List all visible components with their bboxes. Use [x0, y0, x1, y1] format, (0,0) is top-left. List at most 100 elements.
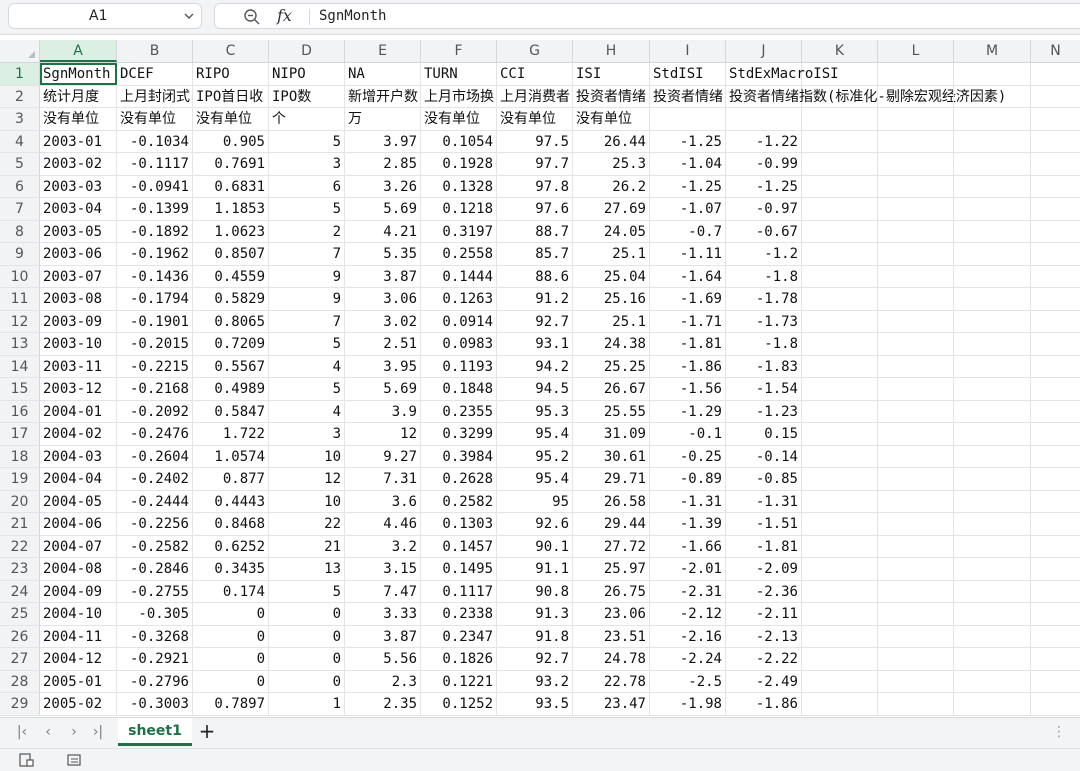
cell-l15[interactable] [878, 378, 954, 400]
cell-l12[interactable] [878, 310, 954, 332]
cell-b4[interactable]: -0.1034 [117, 130, 193, 152]
cell-e11[interactable]: 3.06 [345, 288, 421, 310]
row-header[interactable]: 16 [0, 400, 40, 422]
cell-f13[interactable]: 0.0983 [421, 333, 497, 355]
cell-k15[interactable] [802, 378, 878, 400]
cell-j18[interactable]: -0.14 [726, 445, 802, 467]
chevron-down-icon[interactable] [184, 11, 194, 21]
cell-g4[interactable]: 97.5 [497, 130, 573, 152]
cell-e18[interactable]: 9.27 [345, 445, 421, 467]
cell-k28[interactable] [802, 670, 878, 692]
cell-b12[interactable]: -0.1901 [117, 310, 193, 332]
cell-m13[interactable] [954, 333, 1031, 355]
cell-j11[interactable]: -1.78 [726, 288, 802, 310]
cell-b26[interactable]: -0.3268 [117, 625, 193, 647]
cell-f21[interactable]: 0.1303 [421, 513, 497, 535]
cell-m28[interactable] [954, 670, 1031, 692]
row-header[interactable]: 5 [0, 153, 40, 175]
cell-d25[interactable]: 0 [269, 603, 345, 625]
cell-b24[interactable]: -0.2755 [117, 580, 193, 602]
cell-e26[interactable]: 3.87 [345, 625, 421, 647]
cell-b11[interactable]: -0.1794 [117, 288, 193, 310]
cell-h6[interactable]: 26.2 [573, 175, 650, 197]
cell-e22[interactable]: 3.2 [345, 535, 421, 557]
cell-h4[interactable]: 26.44 [573, 130, 650, 152]
cell-g8[interactable]: 88.7 [497, 220, 573, 242]
cell-h8[interactable]: 24.05 [573, 220, 650, 242]
cell-n19[interactable] [1031, 468, 1080, 490]
cell-m14[interactable] [954, 355, 1031, 377]
cell-m29[interactable] [954, 693, 1031, 715]
cell-l24[interactable] [878, 580, 954, 602]
cell-i26[interactable]: -2.16 [650, 625, 726, 647]
cell-h3[interactable]: 没有单位 [573, 108, 650, 130]
cell-e2[interactable]: 新增开户数 [345, 85, 421, 107]
cell-m26[interactable] [954, 625, 1031, 647]
cell-k2[interactable] [802, 85, 878, 107]
cell-e25[interactable]: 3.33 [345, 603, 421, 625]
row-header[interactable]: 2 [0, 85, 40, 107]
cell-e3[interactable]: 万 [345, 108, 421, 130]
cell-f25[interactable]: 0.2338 [421, 603, 497, 625]
cell-d2[interactable]: IPO数 [269, 85, 345, 107]
cell-n8[interactable] [1031, 221, 1080, 243]
cell-h21[interactable]: 29.44 [573, 513, 650, 535]
cell-d13[interactable]: 5 [269, 333, 345, 355]
cell-i13[interactable]: -1.81 [650, 333, 726, 355]
column-header-j[interactable]: J [726, 40, 802, 62]
cell-n3[interactable] [1031, 108, 1080, 130]
cell-c11[interactable]: 0.5829 [193, 288, 269, 310]
cell-e13[interactable]: 2.51 [345, 333, 421, 355]
cell-d17[interactable]: 3 [269, 423, 345, 445]
cell-c12[interactable]: 0.8065 [193, 310, 269, 332]
cell-h22[interactable]: 27.72 [573, 535, 650, 557]
cell-j7[interactable]: -0.97 [726, 198, 802, 220]
cell-j22[interactable]: -1.81 [726, 535, 802, 557]
cell-d18[interactable]: 10 [269, 445, 345, 467]
cell-i11[interactable]: -1.69 [650, 288, 726, 310]
cell-g16[interactable]: 95.3 [497, 400, 573, 422]
cell-l3[interactable] [878, 108, 954, 130]
cell-b14[interactable]: -0.2215 [117, 355, 193, 377]
cell-l18[interactable] [878, 445, 954, 467]
cell-i23[interactable]: -2.01 [650, 558, 726, 580]
cell-d12[interactable]: 7 [269, 310, 345, 332]
cell-c6[interactable]: 0.6831 [193, 175, 269, 197]
cell-g7[interactable]: 97.6 [497, 198, 573, 220]
function-icon[interactable]: fx [277, 6, 292, 25]
cell-k13[interactable] [802, 333, 878, 355]
cell-m23[interactable] [954, 558, 1031, 580]
cell-n28[interactable] [1031, 671, 1080, 693]
cell-k20[interactable] [802, 490, 878, 512]
cell-a17[interactable]: 2004-02 [40, 423, 117, 445]
cell-f17[interactable]: 0.3299 [421, 423, 497, 445]
cell-l19[interactable] [878, 468, 954, 490]
cell-c1[interactable]: RIPO [193, 63, 269, 85]
cell-d19[interactable]: 12 [269, 468, 345, 490]
row-header[interactable]: 10 [0, 265, 40, 287]
cell-k6[interactable] [802, 175, 878, 197]
cell-d1[interactable]: NIPO [269, 63, 345, 85]
cell-f4[interactable]: 0.1054 [421, 130, 497, 152]
cell-e8[interactable]: 4.21 [345, 220, 421, 242]
cell-b15[interactable]: -0.2168 [117, 378, 193, 400]
row-header[interactable]: 27 [0, 648, 40, 670]
cell-k22[interactable] [802, 535, 878, 557]
cell-f19[interactable]: 0.2628 [421, 468, 497, 490]
prev-sheet-icon[interactable]: ‹ [40, 724, 56, 740]
row-header[interactable]: 29 [0, 693, 40, 715]
cell-c28[interactable]: 0 [193, 670, 269, 692]
cell-i5[interactable]: -1.04 [650, 153, 726, 175]
cell-n11[interactable] [1031, 288, 1080, 310]
cell-f23[interactable]: 0.1495 [421, 558, 497, 580]
column-header-m[interactable]: M [954, 40, 1031, 62]
cell-g9[interactable]: 85.7 [497, 243, 573, 265]
row-header[interactable]: 11 [0, 288, 40, 310]
cell-b20[interactable]: -0.2444 [117, 490, 193, 512]
cell-i8[interactable]: -0.7 [650, 220, 726, 242]
row-header[interactable]: 21 [0, 513, 40, 535]
cell-j4[interactable]: -1.22 [726, 130, 802, 152]
sheet-view-icon[interactable] [66, 752, 82, 768]
row-header[interactable]: 25 [0, 603, 40, 625]
cell-h13[interactable]: 24.38 [573, 333, 650, 355]
